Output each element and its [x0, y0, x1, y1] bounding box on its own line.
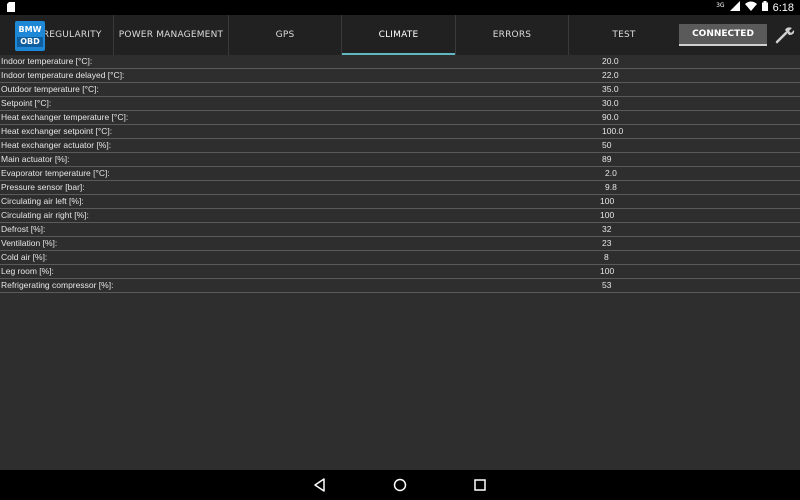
table-row: Indoor temperature delayed [°C]: 22.0	[0, 69, 800, 83]
row-value: 23	[602, 238, 612, 248]
row-label: Defrost [%]:	[1, 224, 46, 234]
app-logo: BMW OBD	[15, 21, 45, 51]
signal-icon	[729, 1, 740, 14]
row-label: Main actuator [%]:	[1, 154, 70, 164]
table-row: Setpoint [°C]: 30.0	[0, 97, 800, 111]
wrench-icon[interactable]	[775, 26, 795, 44]
tab-power-management[interactable]: POWER MANAGEMENT	[114, 15, 229, 55]
row-value: 90.0	[602, 112, 619, 122]
row-label: Heat exchanger actuator [%]:	[1, 140, 112, 150]
logo-text-bottom: OBD	[17, 37, 43, 47]
action-bar: IRREGULARITY BMW OBD POWER MANAGEMENT GP…	[0, 15, 800, 55]
row-label: Setpoint [°C]:	[1, 98, 52, 108]
sd-card-icon	[7, 2, 15, 15]
tab-label: TEST	[612, 30, 636, 40]
row-value: 100.0	[602, 126, 624, 136]
table-row: Defrost [%]: 32	[0, 223, 800, 237]
table-row: Cold air [%]: 8	[0, 251, 800, 265]
row-label: Refrigerating compressor [%]:	[1, 280, 114, 290]
status-bar: 3G 6:18	[0, 0, 800, 15]
back-icon[interactable]	[312, 477, 328, 493]
tab-label: ERRORS	[492, 30, 532, 40]
table-row: Ventilation [%]: 23	[0, 237, 800, 251]
row-value: 20.0	[602, 56, 619, 66]
row-label: Pressure sensor [bar]:	[1, 182, 85, 192]
row-label: Ventilation [%]:	[1, 238, 58, 248]
tab-test[interactable]: TEST	[569, 15, 679, 55]
tab-label: GPS	[275, 30, 295, 40]
wifi-icon	[744, 1, 757, 14]
table-row: Heat exchanger temperature [°C]: 90.0	[0, 111, 800, 125]
home-icon[interactable]	[392, 477, 408, 493]
table-row: Heat exchanger setpoint [°C]: 100.0	[0, 125, 800, 139]
row-label: Cold air [%]:	[1, 252, 48, 262]
row-label: Indoor temperature delayed [°C]:	[1, 70, 125, 80]
table-row: Evaporator temperature [°C]: 2.0	[0, 167, 800, 181]
row-label: Outdoor temperature [°C]:	[1, 84, 99, 94]
table-row: Pressure sensor [bar]: 9.8	[0, 181, 800, 195]
row-label: Heat exchanger temperature [°C]:	[1, 112, 129, 122]
tab-label: POWER MANAGEMENT	[118, 30, 224, 40]
row-value: 2.0	[605, 168, 617, 178]
logo-text-top: BMW	[18, 25, 42, 34]
row-value: 30.0	[602, 98, 619, 108]
network-type: 3G	[716, 2, 725, 9]
row-value: 89	[602, 154, 612, 164]
tab-gps[interactable]: GPS	[229, 15, 342, 55]
clock: 6:18	[772, 1, 794, 14]
row-label: Evaporator temperature [°C]:	[1, 168, 110, 178]
row-value: 8	[604, 252, 609, 262]
table-row: Refrigerating compressor [%]: 53	[0, 279, 800, 293]
table-row: Main actuator [%]: 89	[0, 153, 800, 167]
table-row: Leg room [%]: 100	[0, 265, 800, 279]
climate-data-table: Indoor temperature [°C]: 20.0 Indoor temp…	[0, 55, 800, 293]
tab-label: CLIMATE	[378, 30, 419, 40]
connected-button[interactable]: CONNECTED	[679, 24, 767, 46]
table-row: Indoor temperature [°C]: 20.0	[0, 55, 800, 69]
row-value: 53	[602, 280, 612, 290]
row-value: 22.0	[602, 70, 619, 80]
navigation-bar	[0, 470, 800, 500]
table-row: Heat exchanger actuator [%]: 50	[0, 139, 800, 153]
row-label: Heat exchanger setpoint [°C]:	[1, 126, 113, 136]
row-label: Circulating air right [%]:	[1, 210, 89, 220]
row-value: 100	[600, 210, 615, 220]
row-value: 32	[602, 224, 612, 234]
row-label: Circulating air left [%]:	[1, 196, 84, 206]
row-value: 9.8	[605, 182, 617, 192]
recents-icon[interactable]	[472, 477, 488, 493]
row-value: 35.0	[602, 84, 619, 94]
tab-climate[interactable]: CLIMATE	[342, 15, 456, 55]
table-row: Circulating air left [%]: 100	[0, 195, 800, 209]
row-value: 100	[600, 196, 615, 206]
table-row: Circulating air right [%]: 100	[0, 209, 800, 223]
row-label: Leg room [%]:	[1, 266, 54, 276]
row-value: 100	[600, 266, 615, 276]
row-value: 50	[602, 140, 612, 150]
tab-errors[interactable]: ERRORS	[456, 15, 569, 55]
table-row: Outdoor temperature [°C]: 35.0	[0, 83, 800, 97]
battery-icon	[761, 1, 768, 14]
row-label: Indoor temperature [°C]:	[1, 56, 93, 66]
